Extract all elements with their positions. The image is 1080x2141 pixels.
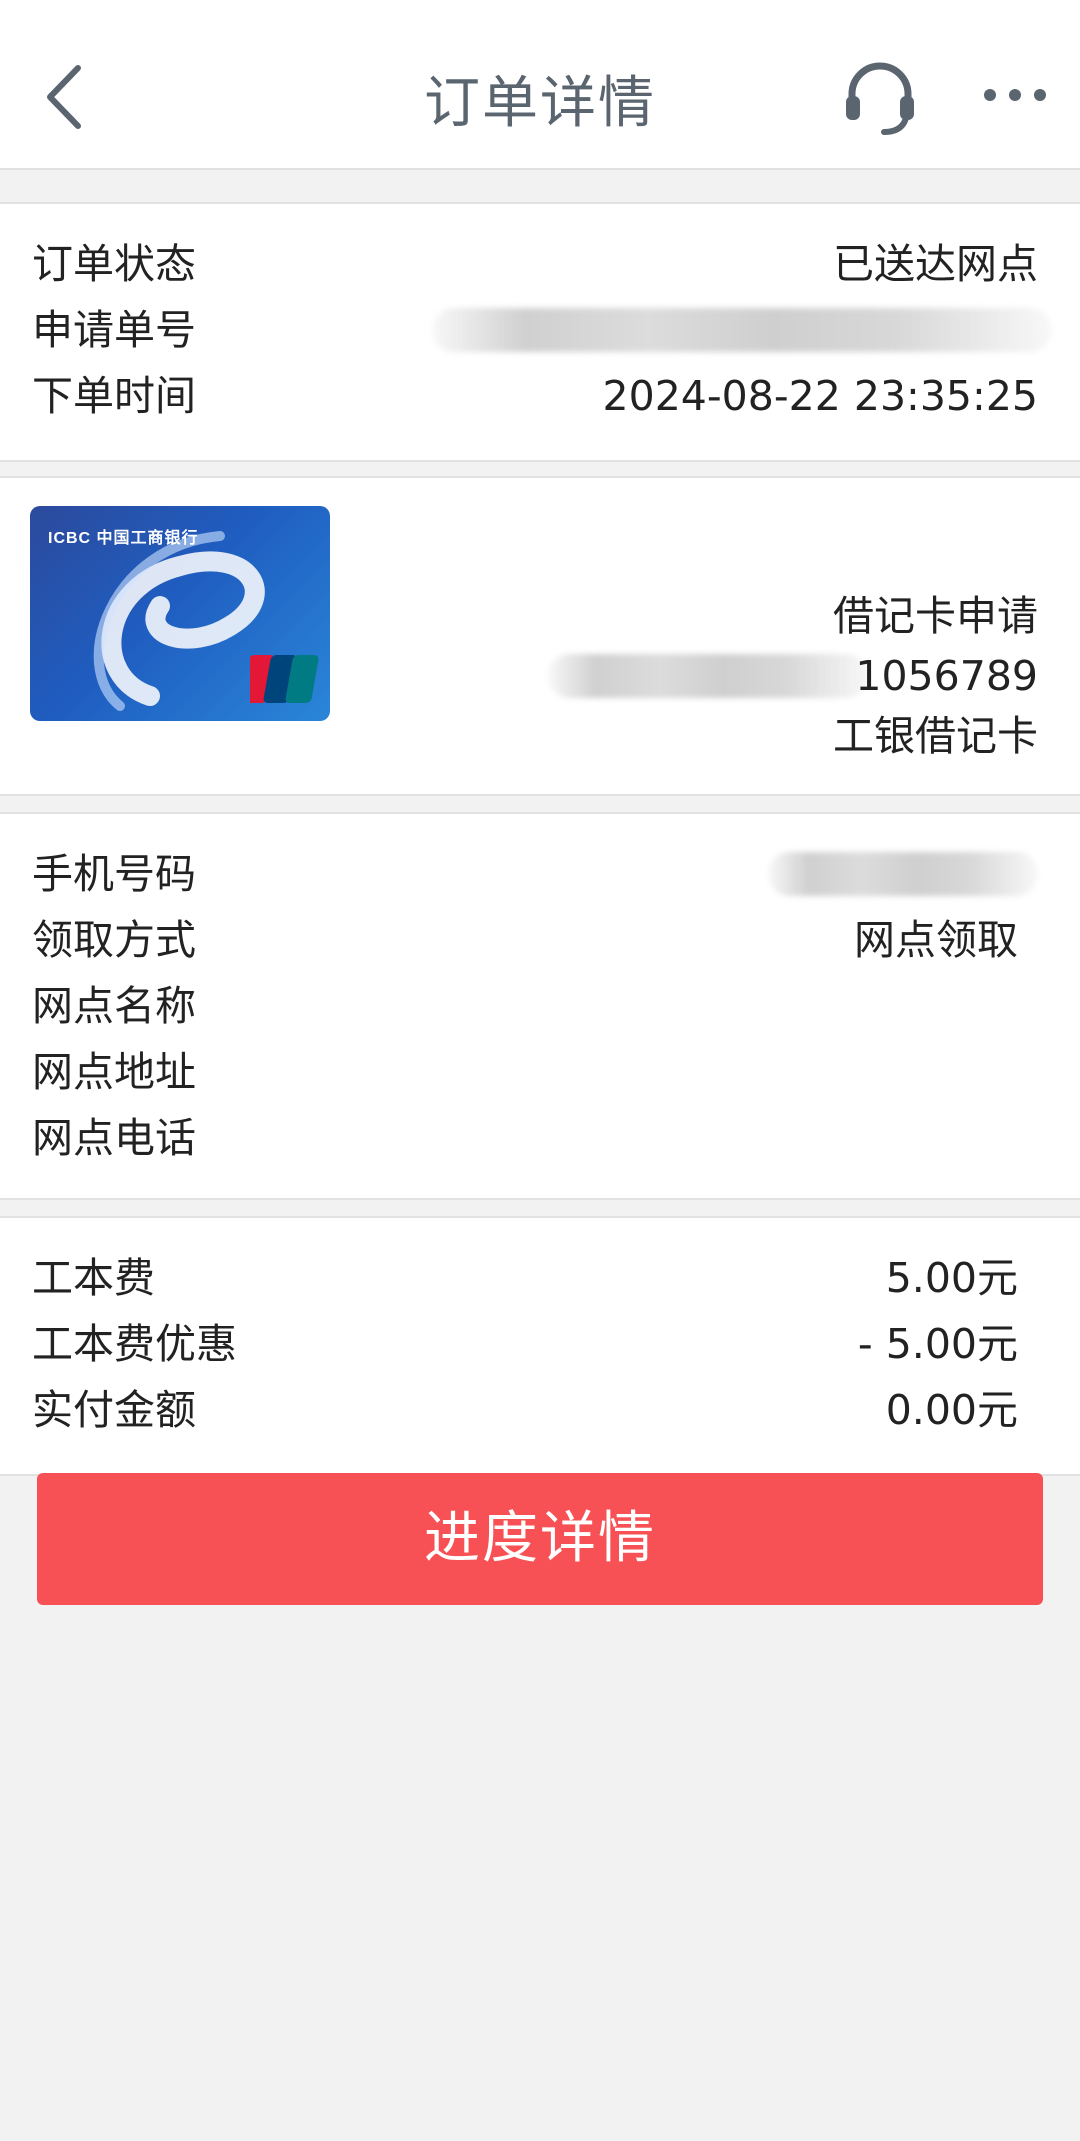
order-time-row: 下单时间 2024-08-22 23:35:25	[32, 366, 1038, 426]
order-status-value: 已送达网点	[833, 240, 1038, 288]
discount-value: - 5.00元	[857, 1320, 1018, 1368]
headset-icon[interactable]	[840, 58, 920, 138]
card-number-redacted	[548, 654, 868, 698]
cost-value: 5.00元	[885, 1254, 1018, 1302]
paid-value: 0.00元	[885, 1386, 1018, 1434]
header: 订单详情	[0, 0, 1080, 170]
branch-phone-label: 网点电话	[32, 1114, 196, 1162]
paid-row: 实付金额 0.00元	[32, 1380, 1038, 1440]
paid-label: 实付金额	[32, 1386, 196, 1434]
cost-label: 工本费	[32, 1254, 155, 1302]
order-number-redacted	[432, 308, 1052, 352]
discount-label: 工本费优惠	[32, 1320, 237, 1368]
order-number-label: 申请单号	[32, 306, 196, 354]
phone-redacted	[768, 852, 1038, 896]
branch-address-row: 网点地址	[32, 1042, 1038, 1102]
pickup-method-label: 领取方式	[32, 916, 196, 964]
more-icon[interactable]	[980, 80, 1050, 110]
order-number-row: 申请单号	[32, 300, 1052, 360]
card-apply-type: 借记卡申请	[833, 592, 1038, 640]
cost-row: 工本费 5.00元	[32, 1248, 1038, 1308]
branch-name-label: 网点名称	[32, 982, 196, 1030]
card-name: 工银借记卡	[833, 712, 1038, 760]
branch-phone-row: 网点电话	[32, 1108, 1038, 1168]
card-apply-type-row: 借记卡申请	[32, 586, 1038, 646]
phone-label: 手机号码	[32, 850, 196, 898]
pickup-info-section: 手机号码 领取方式 网点领取 网点名称 网点地址 网点电话	[0, 812, 1080, 1200]
pickup-method-row: 领取方式 网点领取	[32, 910, 1038, 970]
branch-address-label: 网点地址	[32, 1048, 196, 1096]
order-status-label: 订单状态	[32, 240, 196, 288]
icbc-logo: ICBC 中国工商银行	[48, 530, 199, 547]
order-status-row: 订单状态 已送达网点	[32, 234, 1038, 294]
pickup-method-value: 网点领取	[854, 916, 1018, 964]
progress-details-button[interactable]: 进度详情	[37, 1473, 1043, 1605]
fees-section: 工本费 5.00元 工本费优惠 - 5.00元 实付金额 0.00元	[0, 1216, 1080, 1476]
phone-row: 手机号码	[32, 844, 1038, 904]
order-time-value: 2024-08-22 23:35:25	[602, 372, 1038, 420]
order-info-section: 订单状态 已送达网点 申请单号 下单时间 2024-08-22 23:35:25	[0, 202, 1080, 462]
order-time-label: 下单时间	[32, 372, 196, 420]
card-number-row: 1056789	[32, 646, 1038, 706]
discount-row: 工本费优惠 - 5.00元	[32, 1314, 1038, 1374]
branch-name-row: 网点名称	[32, 976, 1038, 1036]
card-number-tail: 1056789	[855, 652, 1038, 700]
card-section: ICBC 中国工商银行 借记卡申请 1056789 工银借记卡	[0, 476, 1080, 796]
card-name-row: 工银借记卡	[32, 706, 1038, 766]
